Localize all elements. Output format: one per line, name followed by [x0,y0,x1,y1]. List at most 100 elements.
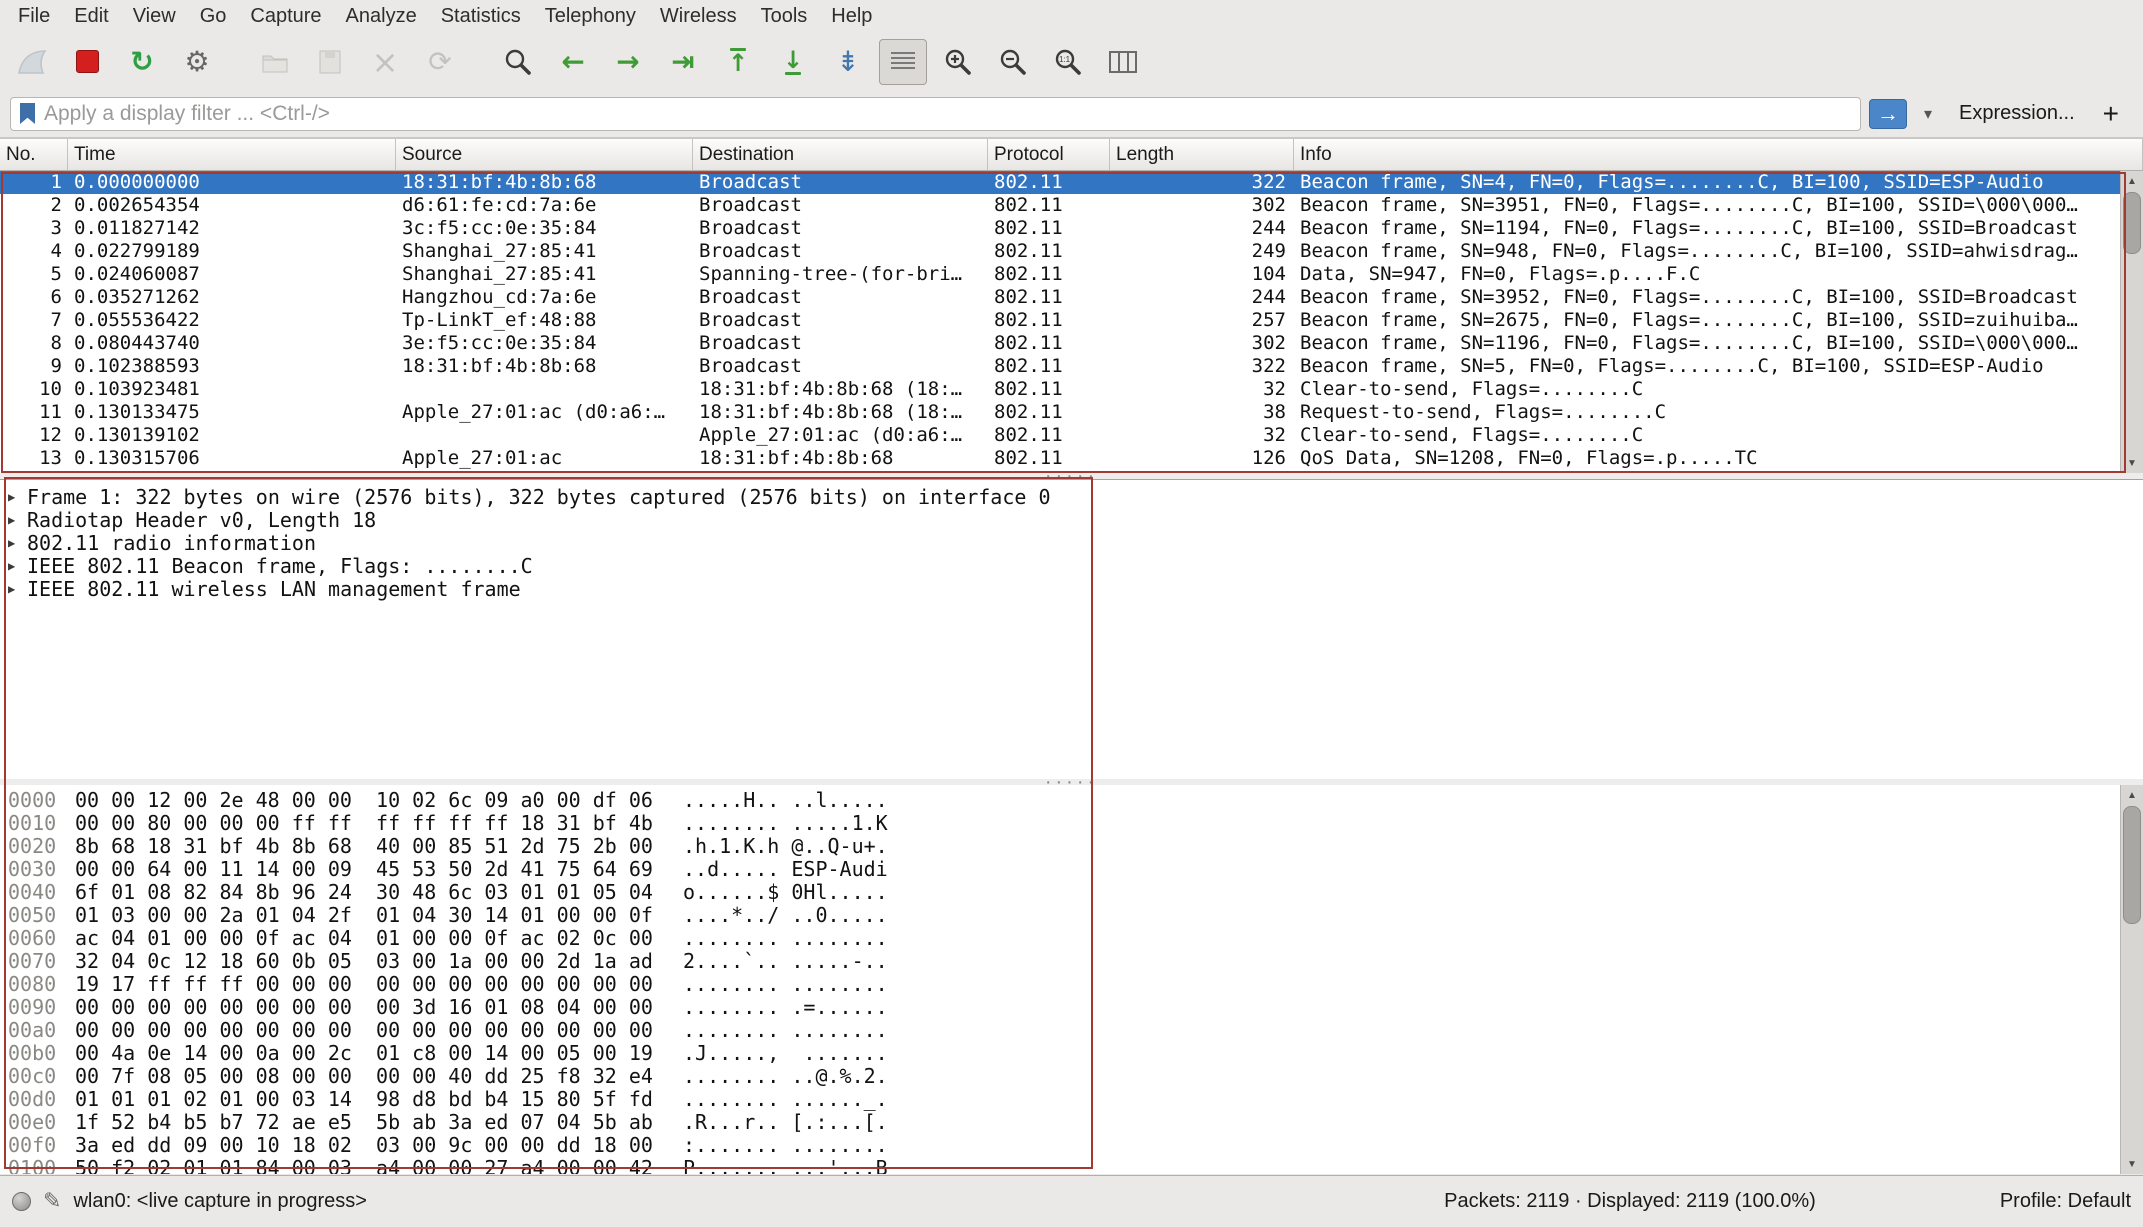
detail-line[interactable]: ▶Radiotap Header v0, Length 18 [0,509,2143,532]
column-header-info[interactable]: Info [1294,139,2143,170]
detail-line[interactable]: ▶Frame 1: 322 bytes on wire (2576 bits),… [0,486,2143,509]
menu-item-statistics[interactable]: Statistics [429,0,533,33]
go-back-icon[interactable]: ← [549,39,597,85]
hex-row[interactable]: 005001 03 00 00 2a 01 04 2f 01 04 30 14 … [0,904,2120,927]
open-file-icon[interactable] [251,39,299,85]
menu-item-go[interactable]: Go [188,0,239,33]
column-header-source[interactable]: Source [396,139,693,170]
scroll-up-icon[interactable]: ▲ [2121,171,2143,191]
packet-row[interactable]: 100.10392348118:31:bf:4b:8b:68 (18:…802.… [0,378,2120,401]
packet-list-scrollbar[interactable]: ▲ ▼ [2120,171,2143,473]
packet-row[interactable]: 110.130133475Apple_27:01:ac (d0:a6:…18:3… [0,401,2120,424]
packet-row[interactable]: 10.00000000018:31:bf:4b:8b:68Broadcast80… [0,171,2120,194]
packet-row[interactable]: 120.130139102Apple_27:01:ac (d0:a6:…802.… [0,424,2120,447]
detail-line[interactable]: ▶IEEE 802.11 Beacon frame, Flags: ......… [0,555,2143,578]
find-packet-icon[interactable] [494,39,542,85]
menu-item-tools[interactable]: Tools [749,0,820,33]
expander-icon[interactable]: ▶ [8,555,27,578]
packet-row[interactable]: 40.022799189Shanghai_27:85:41Broadcast80… [0,240,2120,263]
packet-row[interactable]: 70.055536422Tp-LinkT_ef:48:88Broadcast80… [0,309,2120,332]
hex-row[interactable]: 00e01f 52 b4 b5 b7 72 ae e5 5b ab 3a ed … [0,1111,2120,1134]
filter-dropdown-icon[interactable]: ▾ [1915,99,1941,129]
column-header-time[interactable]: Time [68,139,396,170]
menu-item-capture[interactable]: Capture [238,0,333,33]
column-header-no[interactable]: No. [0,139,68,170]
column-header-length[interactable]: Length [1110,139,1294,170]
profile-button[interactable]: Profile: Default [2000,1190,2131,1213]
zoom-in-icon[interactable] [934,39,982,85]
display-filter-input[interactable]: Apply a display filter ... <Ctrl-/> [10,97,1861,131]
hex-bytes: 3a ed dd 09 00 10 18 02 03 00 9c 00 00 d… [75,1134,683,1157]
go-first-icon[interactable]: ↑ [714,39,762,85]
hex-row[interactable]: 0060ac 04 01 00 00 0f ac 04 01 00 00 0f … [0,927,2120,950]
menu-item-file[interactable]: File [6,0,62,33]
packet-row[interactable]: 50.024060087Shanghai_27:85:41Spanning-tr… [0,263,2120,286]
scroll-down-icon[interactable]: ▼ [2121,1154,2143,1174]
hex-ascii: .....H.. ..l..... [683,788,888,812]
hex-scrollbar[interactable]: ▲ ▼ [2120,785,2143,1174]
hex-row[interactable]: 010050 f2 02 01 01 84 00 03 a4 00 00 27 … [0,1157,2120,1174]
packet-row[interactable]: 80.0804437403e:f5:cc:0e:35:84Broadcast80… [0,332,2120,355]
packet-row[interactable]: 60.035271262Hangzhou_cd:7a:6eBroadcast80… [0,286,2120,309]
packet-row[interactable]: 20.002654354d6:61:fe:cd:7a:6eBroadcast80… [0,194,2120,217]
go-last-icon[interactable]: ↓ [769,39,817,85]
cell-info: Request-to-send, Flags=........C [1294,401,2120,424]
splitter-handle-icon: ····· [1045,781,1098,783]
zoom-original-icon[interactable]: 1:1 [1044,39,1092,85]
menu-item-analyze[interactable]: Analyze [334,0,429,33]
detail-line[interactable]: ▶IEEE 802.11 wireless LAN management fra… [0,578,2143,601]
filter-apply-button[interactable]: → [1869,99,1907,129]
capture-comment-icon[interactable]: ✎ [43,1189,61,1214]
menu-item-help[interactable]: Help [819,0,884,33]
reload-icon[interactable]: ⟳ [416,39,464,85]
capture-options-icon[interactable]: ⚙ [173,39,221,85]
menu-item-telephony[interactable]: Telephony [533,0,648,33]
expression-button[interactable]: Expression... [1949,102,2085,125]
packet-row[interactable]: 90.10238859318:31:bf:4b:8b:68Broadcast80… [0,355,2120,378]
hex-row[interactable]: 00b000 4a 0e 14 00 0a 00 2c 01 c8 00 14 … [0,1042,2120,1065]
hex-row[interactable]: 00f03a ed dd 09 00 10 18 02 03 00 9c 00 … [0,1134,2120,1157]
expander-icon[interactable]: ▶ [8,532,27,555]
column-header-protocol[interactable]: Protocol [988,139,1110,170]
hex-row[interactable]: 008019 17 ff ff ff 00 00 00 00 00 00 00 … [0,973,2120,996]
hex-row[interactable]: 003000 00 64 00 11 14 00 09 45 53 50 2d … [0,858,2120,881]
scroll-up-icon[interactable]: ▲ [2121,785,2143,805]
cell-source: 18:31:bf:4b:8b:68 [396,171,693,194]
go-to-packet-icon[interactable]: ⇥ [659,39,707,85]
expander-icon[interactable]: ▶ [8,578,27,601]
menu-item-view[interactable]: View [121,0,188,33]
zoom-out-icon[interactable] [989,39,1037,85]
hex-row[interactable]: 00a000 00 00 00 00 00 00 00 00 00 00 00 … [0,1019,2120,1042]
expert-info-icon[interactable] [12,1192,31,1211]
detail-line[interactable]: ▶802.11 radio information [0,532,2143,555]
capture-start-icon[interactable] [8,39,56,85]
capture-restart-icon[interactable]: ↻ [118,39,166,85]
colorize-icon[interactable] [879,39,927,85]
scrollbar-thumb[interactable] [2123,192,2141,254]
cell-length: 244 [1110,286,1294,309]
go-forward-icon[interactable]: → [604,39,652,85]
scrollbar-thumb[interactable] [2123,806,2141,924]
hex-row[interactable]: 00208b 68 18 31 bf 4b 8b 68 40 00 85 51 … [0,835,2120,858]
hex-row[interactable]: 00406f 01 08 82 84 8b 96 24 30 48 6c 03 … [0,881,2120,904]
close-file-icon[interactable]: × [361,39,409,85]
hex-row[interactable]: 00c000 7f 08 05 00 08 00 00 00 00 40 dd … [0,1065,2120,1088]
filter-bookmark-icon[interactable] [20,103,35,124]
column-header-destination[interactable]: Destination [693,139,988,170]
scroll-down-icon[interactable]: ▼ [2121,453,2143,473]
hex-row[interactable]: 001000 00 80 00 00 00 ff ff ff ff ff ff … [0,812,2120,835]
save-file-icon[interactable] [306,39,354,85]
resize-columns-icon[interactable] [1099,39,1147,85]
hex-row[interactable]: 007032 04 0c 12 18 60 0b 05 03 00 1a 00 … [0,950,2120,973]
hex-row[interactable]: 00d001 01 01 02 01 00 03 14 98 d8 bd b4 … [0,1088,2120,1111]
auto-scroll-icon[interactable]: ⇟ [824,39,872,85]
packet-row[interactable]: 30.0118271423c:f5:cc:0e:35:84Broadcast80… [0,217,2120,240]
hex-row[interactable]: 000000 00 12 00 2e 48 00 00 10 02 6c 09 … [0,789,2120,812]
menu-item-wireless[interactable]: Wireless [648,0,749,33]
capture-stop-icon[interactable] [63,39,111,85]
hex-row[interactable]: 009000 00 00 00 00 00 00 00 00 3d 16 01 … [0,996,2120,1019]
expander-icon[interactable]: ▶ [8,509,27,532]
expander-icon[interactable]: ▶ [8,486,27,509]
menu-item-edit[interactable]: Edit [62,0,120,33]
filter-add-button[interactable]: + [2093,98,2133,130]
